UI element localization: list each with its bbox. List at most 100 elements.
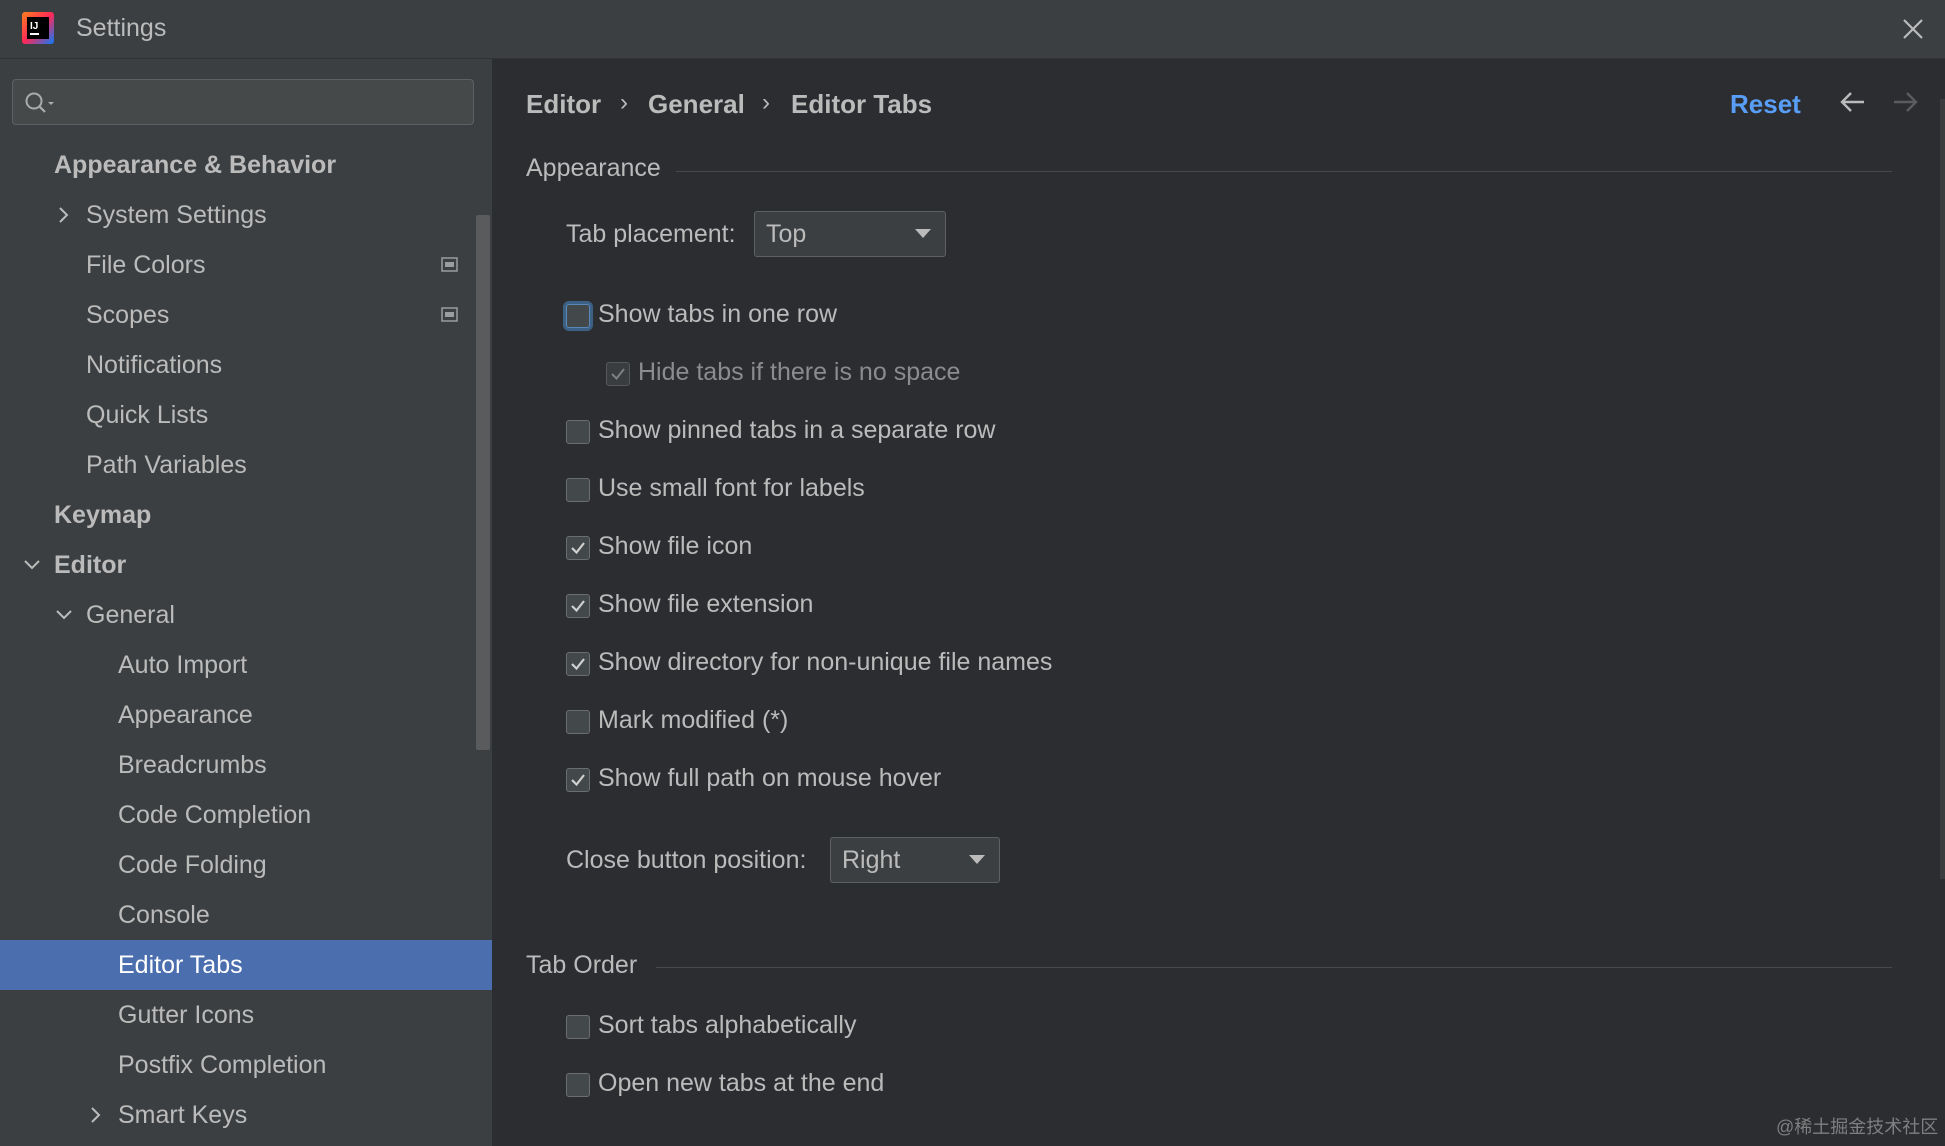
- section-title-tab-order: Tab Order: [526, 951, 638, 979]
- sidebar-item-file-colors[interactable]: File Colors: [0, 240, 492, 290]
- settings-sidebar: Appearance & Behavior System Settings Fi…: [0, 59, 492, 1146]
- chevron-down-icon[interactable]: [22, 555, 42, 575]
- sidebar-item-label: Quick Lists: [86, 401, 209, 429]
- checkbox[interactable]: [566, 594, 590, 618]
- sidebar-item-label: Code Completion: [118, 801, 312, 829]
- option-label: Hide tabs if there is no space: [638, 358, 961, 386]
- breadcrumb-editor[interactable]: Editor: [526, 89, 601, 120]
- sidebar-item-notifications[interactable]: Notifications: [0, 340, 492, 390]
- sidebar-item-label: Editor Tabs: [118, 951, 243, 979]
- search-icon[interactable]: [23, 90, 57, 116]
- checkbox[interactable]: [566, 652, 590, 676]
- option-label: Sort tabs alphabetically: [598, 1011, 857, 1039]
- chevron-right-icon[interactable]: [86, 1105, 106, 1125]
- sidebar-item-editor[interactable]: Editor: [0, 540, 492, 590]
- checkbox[interactable]: [566, 1073, 590, 1097]
- sidebar-item-label: Gutter Icons: [118, 1001, 255, 1029]
- watermark: @稀土掘金技术社区: [1776, 1117, 1939, 1137]
- sidebar-item-quick-lists[interactable]: Quick Lists: [0, 390, 492, 440]
- sidebar-item-label: Breadcrumbs: [118, 751, 267, 779]
- forward-arrow-icon[interactable]: [1890, 89, 1920, 115]
- sidebar-item-general[interactable]: General: [0, 590, 492, 640]
- sidebar-item-scopes[interactable]: Scopes: [0, 290, 492, 340]
- checkbox[interactable]: [566, 536, 590, 560]
- sidebar-item-path-variables[interactable]: Path Variables: [0, 440, 492, 490]
- sidebar-item-breadcrumbs[interactable]: Breadcrumbs: [0, 740, 492, 790]
- sidebar-item-gutter-icons[interactable]: Gutter Icons: [0, 990, 492, 1040]
- content-scrollbar[interactable]: [1940, 99, 1945, 879]
- option-label: Show directory for non-unique file names: [598, 648, 1053, 676]
- title-bar: IJ Settings: [0, 0, 1945, 59]
- sidebar-item-label: Postfix Completion: [118, 1051, 327, 1079]
- reset-button[interactable]: Reset: [1730, 89, 1801, 120]
- checkmark-icon: [571, 542, 585, 555]
- sidebar-item-label: Appearance & Behavior: [54, 151, 337, 179]
- checkbox[interactable]: [566, 420, 590, 444]
- settings-search-input[interactable]: [12, 79, 474, 125]
- sidebar-item-appearance[interactable]: Appearance: [0, 690, 492, 740]
- chevron-right-icon[interactable]: [54, 205, 74, 225]
- checkmark-icon: [571, 658, 585, 671]
- project-level-icon: [441, 307, 458, 322]
- tab-placement-label: Tab placement:: [566, 220, 736, 248]
- breadcrumb-separator: ›: [762, 89, 770, 116]
- sidebar-item-console[interactable]: Console: [0, 890, 492, 940]
- checkbox[interactable]: [566, 710, 590, 734]
- option-label: Mark modified (*): [598, 706, 789, 734]
- checkbox[interactable]: [566, 478, 590, 502]
- option-label: Show tabs in one row: [598, 300, 838, 328]
- checkmark-icon: [571, 774, 585, 787]
- sidebar-item-postfix-completion[interactable]: Postfix Completion: [0, 1040, 492, 1090]
- sidebar-item-label: Smart Keys: [118, 1101, 248, 1129]
- option-label: Show pinned tabs in a separate row: [598, 416, 996, 444]
- sidebar-item-code-completion[interactable]: Code Completion: [0, 790, 492, 840]
- sidebar-item-smart-keys[interactable]: Smart Keys: [0, 1090, 492, 1140]
- checkmark-icon: [611, 368, 625, 381]
- sidebar-item-label: Keymap: [54, 501, 152, 529]
- section-title-appearance: Appearance: [526, 154, 661, 182]
- app-icon-label: IJ: [30, 21, 38, 32]
- window-title: Settings: [76, 14, 167, 42]
- option-label: Open new tabs at the end: [598, 1069, 885, 1097]
- close-button-position-label: Close button position:: [566, 846, 807, 874]
- sidebar-item-label: Auto Import: [118, 651, 248, 679]
- settings-content: Editor › General › Editor Tabs Reset App…: [492, 59, 1945, 1146]
- sidebar-item-label: Scopes: [86, 301, 170, 329]
- section-divider: [656, 967, 1892, 968]
- close-button-position-select[interactable]: Right: [830, 837, 1000, 883]
- sidebar-item-label: Editor: [54, 551, 127, 579]
- checkbox[interactable]: [566, 768, 590, 792]
- close-icon[interactable]: [1896, 12, 1930, 46]
- sidebar-item-label: Console: [118, 901, 210, 929]
- sidebar-item-label: Notifications: [86, 351, 223, 379]
- checkbox[interactable]: [566, 1015, 590, 1039]
- checkbox: [606, 362, 630, 386]
- sidebar-item-system-settings[interactable]: System Settings: [0, 190, 492, 240]
- sidebar-scrollbar[interactable]: [476, 215, 490, 750]
- sidebar-item-label: Path Variables: [86, 451, 247, 479]
- chevron-down-icon[interactable]: [54, 605, 74, 625]
- intellij-app-icon: IJ: [22, 12, 54, 44]
- tab-placement-value: Top: [766, 220, 807, 248]
- close-button-position-value: Right: [842, 846, 901, 874]
- tab-placement-select[interactable]: Top: [754, 211, 946, 257]
- sidebar-item-label: System Settings: [86, 201, 267, 229]
- sidebar-item-appearance-behavior[interactable]: Appearance & Behavior: [0, 140, 492, 190]
- project-level-icon: [441, 257, 458, 272]
- sidebar-item-editor-tabs[interactable]: Editor Tabs: [0, 940, 492, 990]
- option-label: Show file extension: [598, 590, 814, 618]
- sidebar-item-code-folding[interactable]: Code Folding: [0, 840, 492, 890]
- checkbox[interactable]: [566, 304, 590, 328]
- breadcrumb-separator: ›: [620, 89, 628, 116]
- option-label: Show file icon: [598, 532, 753, 560]
- back-arrow-icon[interactable]: [1838, 89, 1868, 115]
- breadcrumb-editor-tabs: Editor Tabs: [791, 89, 933, 119]
- chevron-down-icon: [915, 229, 931, 238]
- breadcrumb-general[interactable]: General: [648, 89, 745, 120]
- sidebar-item-keymap[interactable]: Keymap: [0, 490, 492, 540]
- sidebar-item-auto-import[interactable]: Auto Import: [0, 640, 492, 690]
- chevron-down-icon: [969, 855, 985, 864]
- sidebar-item-label: Code Folding: [118, 851, 267, 879]
- sidebar-item-label: File Colors: [86, 251, 206, 279]
- sidebar-item-label: Appearance: [118, 701, 253, 729]
